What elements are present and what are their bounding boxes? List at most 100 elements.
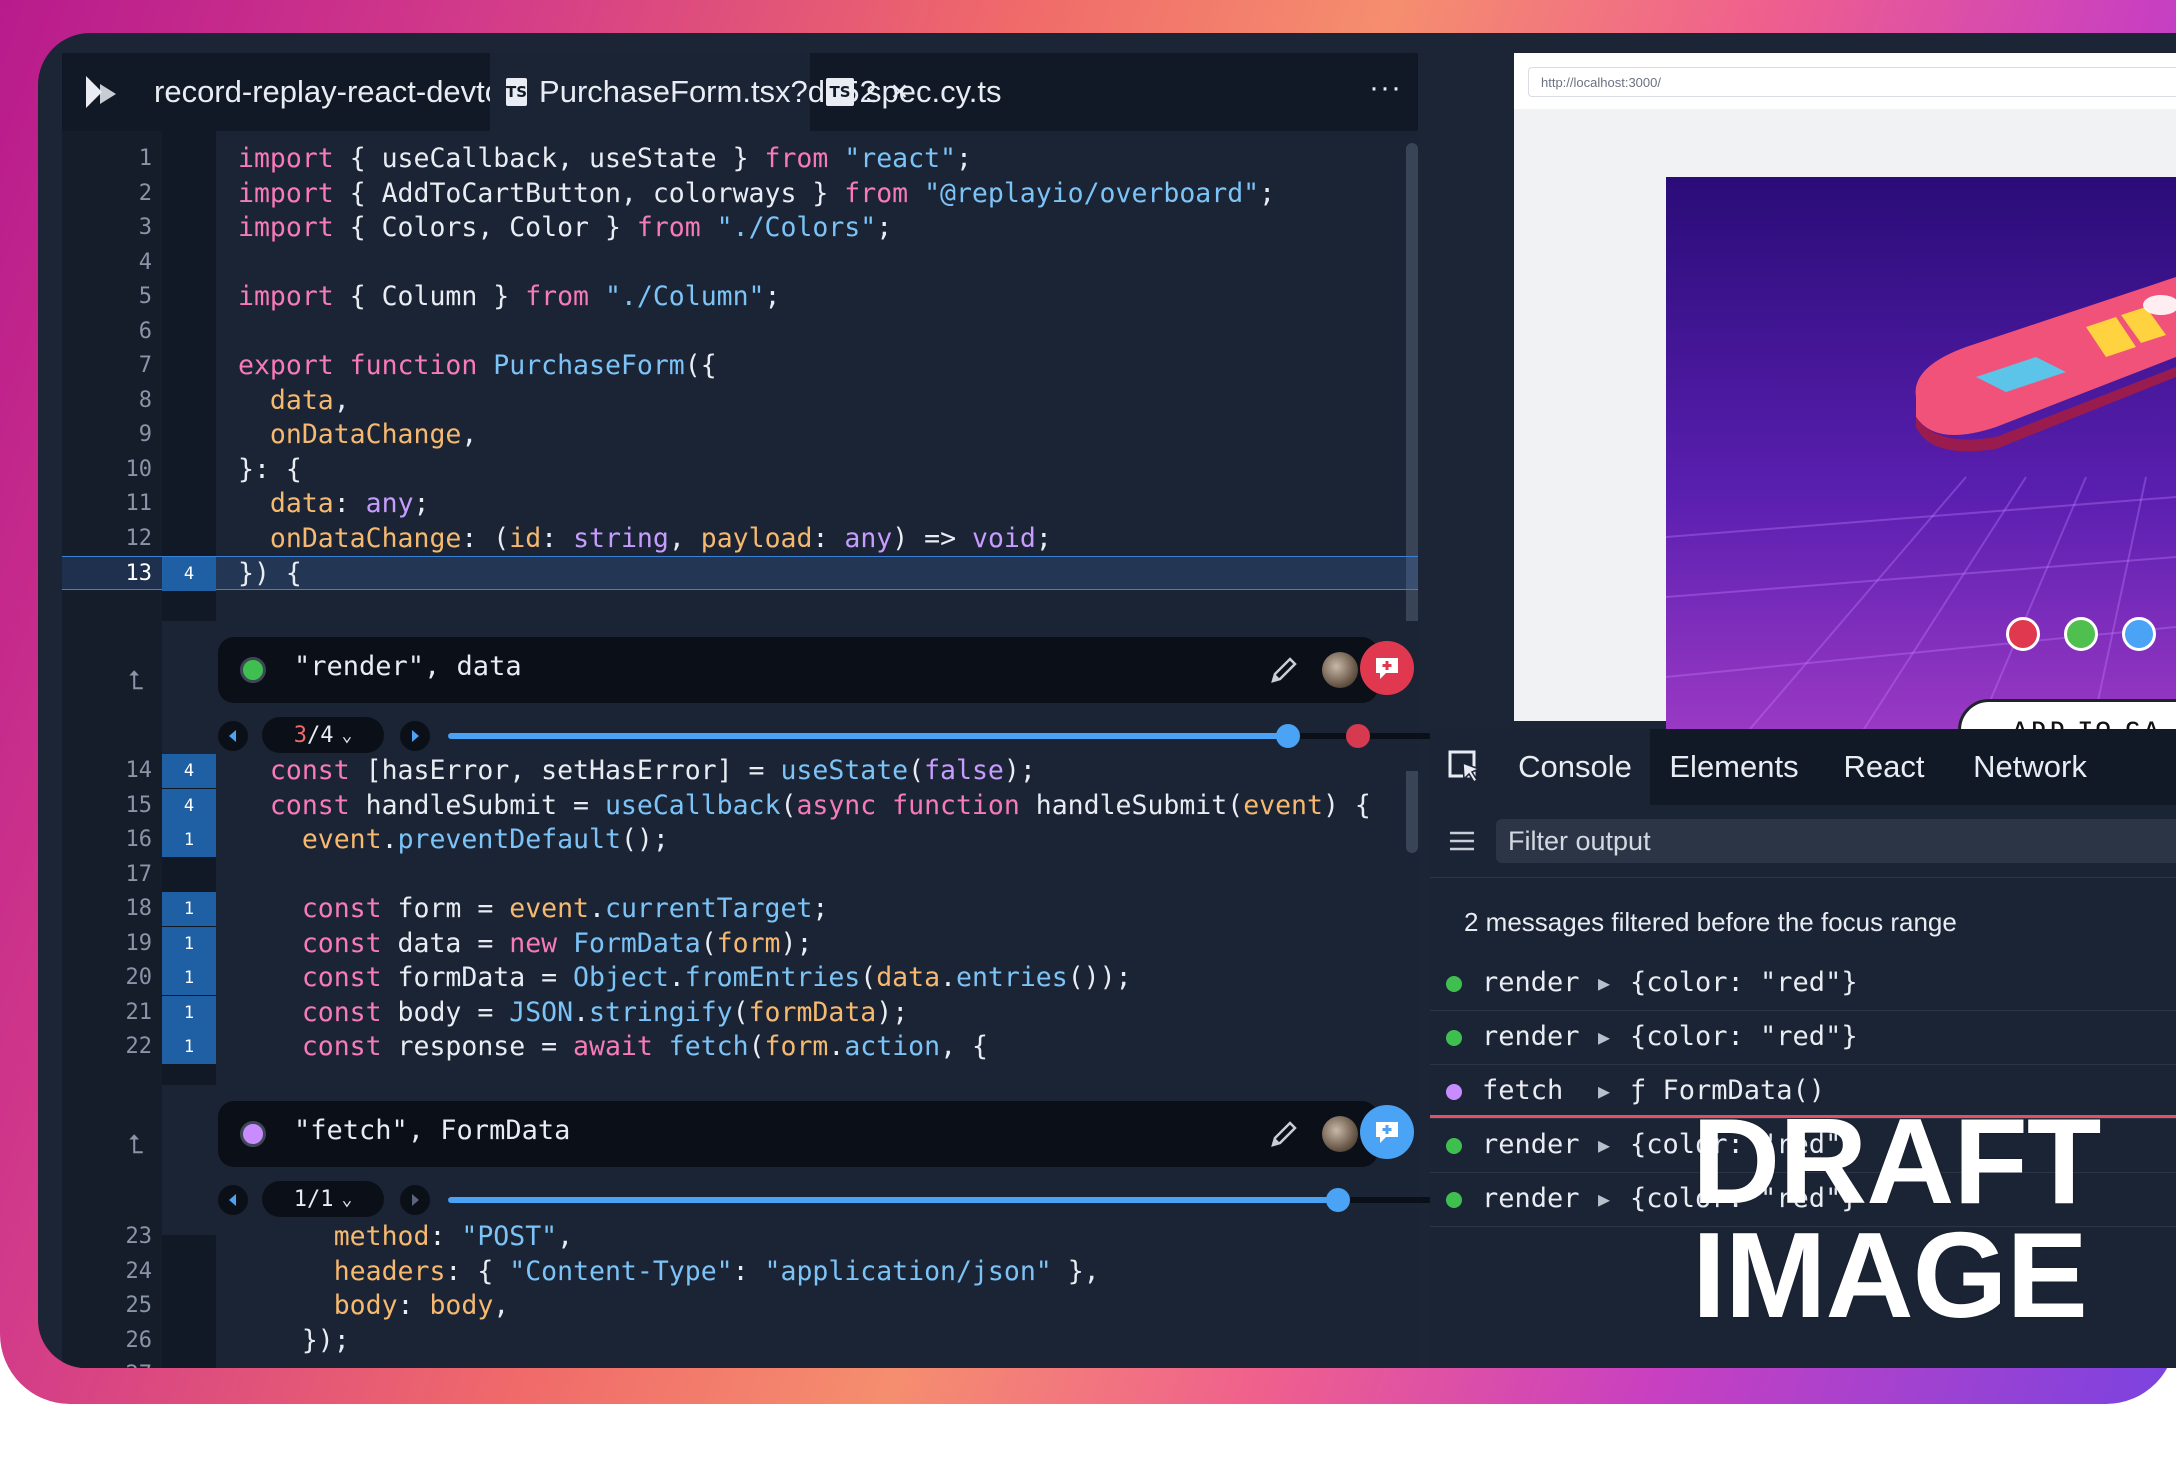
hit-count[interactable]: 1 <box>162 892 216 926</box>
hit-count[interactable]: 4 <box>162 788 216 823</box>
next-hit-button[interactable] <box>400 721 430 751</box>
hit-count[interactable]: 1 <box>162 1030 216 1064</box>
line-number[interactable]: 19 <box>62 927 153 961</box>
tab-purchaseform[interactable]: TS PurchaseForm.tsx?d052 × <box>490 53 908 131</box>
code-line[interactable]: 18 1 const form = event.currentTarget; <box>62 892 1418 926</box>
expand-arrow-icon[interactable]: ▶ <box>1598 1010 1610 1064</box>
tab-elements[interactable]: Elements <box>1650 729 1818 805</box>
line-number[interactable]: 9 <box>62 418 152 452</box>
hit-count[interactable]: 1 <box>162 926 216 961</box>
hit-count[interactable]: 1 <box>162 995 216 1030</box>
element-picker-button[interactable] <box>1430 729 1500 805</box>
log-color-dot[interactable] <box>240 657 266 683</box>
color-swatch[interactable] <box>2006 617 2040 651</box>
console-message[interactable]: render ▶ {color: "red"} <box>1430 956 2176 1011</box>
tab-console[interactable]: Console <box>1500 729 1650 805</box>
line-number[interactable]: 18 <box>62 892 153 926</box>
color-swatch[interactable] <box>2122 617 2156 651</box>
code-line[interactable]: 13 4}) { <box>62 556 1418 591</box>
hit-counter[interactable]: 3/4 ⌄ <box>262 717 384 753</box>
line-number[interactable]: 5 <box>62 280 152 314</box>
line-number[interactable]: 17 <box>62 858 153 892</box>
message-value[interactable]: {color: "red"} <box>1630 1010 1858 1064</box>
hit-count[interactable]: 1 <box>162 961 216 995</box>
line-number[interactable]: 21 <box>62 996 153 1030</box>
code-line[interactable]: 23 method: "POST", <box>62 1220 1418 1254</box>
current-hit-marker[interactable] <box>1346 724 1370 748</box>
line-number[interactable]: 11 <box>62 487 153 521</box>
line-number[interactable]: 2 <box>62 177 152 211</box>
code-line[interactable]: 25 body: body, <box>62 1289 1418 1323</box>
next-hit-button[interactable] <box>400 1185 430 1215</box>
code-line[interactable]: 5 import { Column } from "./Column"; <box>62 280 1418 314</box>
color-swatch[interactable] <box>2064 617 2098 651</box>
expand-arrow-icon[interactable]: ▶ <box>1598 1118 1610 1172</box>
log-expression-text[interactable]: "render", data <box>294 651 522 682</box>
line-number[interactable]: 12 <box>62 522 153 556</box>
code-line[interactable]: 27 <box>62 1358 1418 1368</box>
previous-hit-button[interactable] <box>218 721 248 751</box>
log-expression-text[interactable]: "fetch", FormData <box>294 1115 570 1146</box>
code-line[interactable]: 12 onDataChange: (id: string, payload: a… <box>62 522 1418 556</box>
timeline-knob[interactable] <box>1276 724 1300 748</box>
code-line[interactable]: 21 1 const body = JSON.stringify(formData… <box>62 995 1418 1030</box>
code-line[interactable]: 24 headers: { "Content-Type": "applicati… <box>62 1255 1418 1289</box>
jump-to-line-icon[interactable]: ⮤ <box>128 665 143 697</box>
line-number[interactable]: 14 <box>62 754 153 788</box>
line-number[interactable]: 4 <box>62 246 152 280</box>
code-line[interactable]: 22 1 const response = await fetch(form.ac… <box>62 1030 1418 1064</box>
code-line[interactable]: 9 onDataChange, <box>62 418 1418 452</box>
previous-hit-button[interactable] <box>218 1185 248 1215</box>
line-number[interactable]: 16 <box>62 823 153 857</box>
code-line[interactable]: 16 1 event.preventDefault(); <box>62 823 1418 857</box>
line-number[interactable]: 25 <box>62 1289 153 1323</box>
code-line[interactable]: 1 import { useCallback, useState } from "… <box>62 142 1418 176</box>
line-number[interactable]: 7 <box>62 349 152 383</box>
line-number[interactable]: 20 <box>62 961 153 995</box>
code-line[interactable]: 8 data, <box>62 384 1418 418</box>
filter-output-input[interactable]: Filter output <box>1496 819 2176 863</box>
line-number[interactable]: 6 <box>62 315 152 349</box>
log-color-dot[interactable] <box>240 1121 266 1147</box>
log-expression[interactable]: "render", data <box>218 637 1378 703</box>
line-number[interactable]: 23 <box>62 1220 153 1254</box>
line-number[interactable]: 13 <box>62 557 153 591</box>
hit-timeline[interactable] <box>448 724 1448 748</box>
hit-count[interactable]: 4 <box>162 754 216 788</box>
pencil-icon[interactable] <box>1268 1118 1300 1150</box>
tab-network[interactable]: Network <box>1950 729 2110 805</box>
line-number[interactable]: 26 <box>62 1324 153 1358</box>
tab-react[interactable]: React <box>1818 729 1950 805</box>
tab-spec[interactable]: TS spec.cy.ts <box>810 53 1030 131</box>
code-line[interactable]: 7 export function PurchaseForm({ <box>62 349 1418 383</box>
line-number[interactable]: 24 <box>62 1255 153 1289</box>
line-number[interactable]: 3 <box>62 211 152 245</box>
line-number[interactable]: 8 <box>62 384 152 418</box>
console-message[interactable]: render ▶ {color: "red"} <box>1430 1010 2176 1065</box>
code-line[interactable]: 11 data: any; <box>62 487 1418 521</box>
code-line[interactable]: 10}: { <box>62 453 1418 487</box>
code-line[interactable]: 2 import { AddToCartButton, colorways } f… <box>62 177 1418 211</box>
project-title[interactable]: record-replay-react-devtools <box>154 53 542 131</box>
code-line[interactable]: 6 <box>62 315 1418 349</box>
jump-to-line-icon[interactable]: ⮤ <box>128 1129 143 1161</box>
message-value[interactable]: {color: "red"} <box>1630 956 1858 1010</box>
line-number[interactable]: 22 <box>62 1030 153 1064</box>
hit-count[interactable]: 4 <box>162 557 216 591</box>
timeline-knob[interactable] <box>1326 1188 1350 1212</box>
hit-timeline[interactable] <box>448 1188 1448 1212</box>
more-options-icon[interactable]: ··· <box>1369 71 1402 105</box>
add-comment-button[interactable] <box>1360 641 1414 695</box>
code-line[interactable]: 19 1 const data = new FormData(form); <box>62 926 1418 961</box>
code-line[interactable]: 20 1 const formData = Object.fromEntries(… <box>62 961 1418 995</box>
code-line[interactable]: 3 import { Colors, Color } from "./Colors… <box>62 211 1418 245</box>
code-line[interactable]: 4 <box>62 246 1418 280</box>
add-comment-button[interactable] <box>1360 1105 1414 1159</box>
expand-arrow-icon[interactable]: ▶ <box>1598 1172 1610 1226</box>
code-line[interactable]: 14 4 const [hasError, setHasError] = useS… <box>62 754 1418 788</box>
code-line[interactable]: 17 <box>62 858 1418 892</box>
pencil-icon[interactable] <box>1268 654 1300 686</box>
expand-arrow-icon[interactable]: ▶ <box>1598 956 1610 1010</box>
hit-counter[interactable]: 1/1 ⌄ <box>262 1181 384 1217</box>
code-line[interactable]: 26 }); <box>62 1324 1418 1358</box>
